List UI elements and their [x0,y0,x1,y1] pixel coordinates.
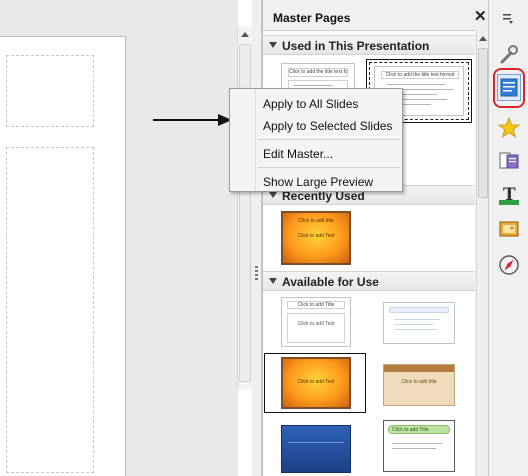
navigator-icon[interactable] [498,254,520,276]
custom-animation-icon[interactable] [498,117,520,139]
menu-item-apply-all-slides[interactable]: Apply to All Slides [231,92,401,113]
master-thumbnail-light[interactable] [383,302,455,344]
thumb-title-text: Click to add Title [388,425,450,434]
section-label: Available for Use [282,275,379,289]
collapse-triangle-icon[interactable] [269,192,277,198]
master-thumbnail-tan[interactable]: Click to add title [383,364,455,406]
master-pages-icon [500,78,518,97]
menu-item-apply-selected-slides[interactable]: Apply to Selected Slides [231,114,401,135]
menu-item-show-large-preview[interactable]: Show Large Preview [231,170,401,191]
scroll-up-arrow-icon[interactable] [241,32,249,37]
collapse-triangle-icon[interactable] [269,42,277,48]
thumb-title-text: Click to add title [298,218,334,224]
gallery-icon[interactable] [498,218,520,240]
sidebar-menu-icon[interactable] [501,12,515,26]
master-pages-panel: Master Pages ✕ Used in This Presentation… [262,0,489,476]
section-used-in-presentation[interactable]: Used in This Presentation [263,35,475,55]
splitter-grip-icon [255,270,258,272]
section-available-for-use[interactable]: Available for Use [263,271,475,291]
svg-text:T: T [503,185,516,205]
title-placeholder[interactable] [6,55,94,127]
thumb-content-text: Click to add Text [287,313,345,343]
splitter-grip-icon [255,266,258,268]
master-thumbnail-orange-available[interactable]: Click to add Text [281,357,351,409]
slide-transition-icon[interactable] [498,150,520,172]
splitter-grip-icon [255,274,258,276]
thumb-content-text: Click to add Text [297,379,335,385]
scroll-up-arrow-icon[interactable] [479,36,487,41]
context-menu: Apply to All Slides Apply to Selected Sl… [229,88,403,192]
menu-separator [258,167,400,168]
master-pages-button[interactable] [497,74,521,101]
close-icon[interactable]: ✕ [474,9,487,24]
splitter-grip-icon [255,278,258,280]
hovered-master-thumbnail[interactable]: Click to add Text [264,353,366,413]
thumb-title-text: Click to add title [401,379,437,385]
properties-icon[interactable] [498,44,520,66]
thumb-content-text: Click to add Text [297,233,335,239]
styles-icon[interactable]: T [498,184,520,206]
master-thumbnail-plain[interactable]: Click to add Title Click to add Text [281,297,351,347]
thumb-title-text: Click to add the title text format [381,71,459,79]
content-placeholder[interactable] [6,147,94,473]
panel-title: Master Pages [273,11,351,25]
scrollbar-thumb[interactable] [478,48,488,198]
master-thumbnail-green[interactable]: Click to add Title [383,420,455,472]
annotation-arrow [153,114,232,126]
thumb-title-text: Click to add Title [287,301,345,309]
menu-separator [258,139,400,140]
slide-workspace[interactable] [0,0,238,476]
section-label: Used in This Presentation [282,39,430,53]
sidebar-deck: T [488,0,528,476]
panel-splitter[interactable] [252,0,262,476]
thumb-title-text: Click to add the title text format [288,68,348,77]
collapse-triangle-icon[interactable] [269,278,277,284]
workspace-scrollbar[interactable] [237,26,253,390]
menu-item-edit-master[interactable]: Edit Master... [231,142,401,163]
master-thumbnail-orange[interactable]: Click to add title Click to add Text [281,211,351,265]
master-thumbnail-blue[interactable] [281,425,351,473]
slide-canvas[interactable] [0,36,126,476]
